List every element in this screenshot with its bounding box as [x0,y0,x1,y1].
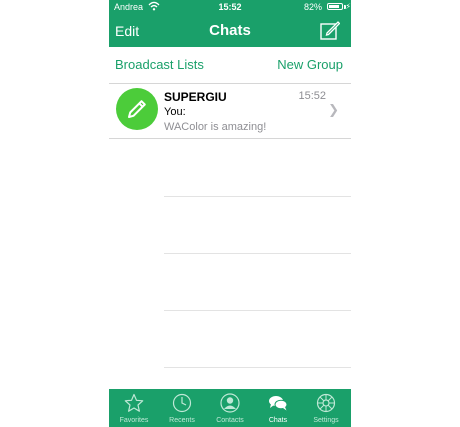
tab-contacts[interactable]: Contacts [206,389,254,427]
phone-screen: Andrea 15:52 82% ⚡ Edit Chats Broadcast … [109,0,351,427]
tab-label: Settings [313,417,339,424]
status-bar: Andrea 15:52 82% ⚡ [109,0,351,14]
page-title: Chats [209,22,251,39]
gear-icon [316,393,336,413]
tab-label: Contacts [216,417,244,424]
new-group-link[interactable]: New Group [277,57,343,72]
charging-icon: ⚡ [345,2,351,11]
tab-chats[interactable]: Chats [254,389,302,427]
avatar [116,88,158,130]
tab-favorites[interactable]: Favorites [110,389,158,427]
broadcast-lists-link[interactable]: Broadcast Lists [115,57,204,72]
chats-icon [269,396,288,411]
battery-icon [327,3,343,10]
chevron-right-icon: ❯ [328,102,339,117]
star-icon [124,393,144,412]
chat-name: SUPERGIU [164,90,227,104]
chat-preview: WAColor is amazing! [164,121,267,133]
list-divider [164,196,351,197]
list-divider [164,253,351,254]
contact-icon [220,393,240,413]
pencil-icon [128,100,146,118]
clock-icon [172,393,192,413]
battery-percent: 82% [303,2,322,12]
tab-settings[interactable]: Settings [302,389,350,427]
chat-time: 15:52 [298,90,326,102]
list-divider [164,310,351,311]
tab-label: Chats [268,417,288,424]
tab-label: Favorites [119,417,149,424]
tab-recents[interactable]: Recents [158,389,206,427]
list-divider [164,367,351,368]
tab-label: Recents [169,417,195,424]
chat-actions-bar: Broadcast Lists New Group [109,47,351,84]
chat-sender: You: [164,106,186,118]
chat-row[interactable]: SUPERGIU 15:52 ❯ You: WAColor is amazing… [109,84,351,139]
compose-icon[interactable] [320,21,340,40]
top-bar: Andrea 15:52 82% ⚡ Edit Chats [109,0,351,47]
tab-bar: Favorites Recents Contacts Chats Setting… [109,389,351,427]
